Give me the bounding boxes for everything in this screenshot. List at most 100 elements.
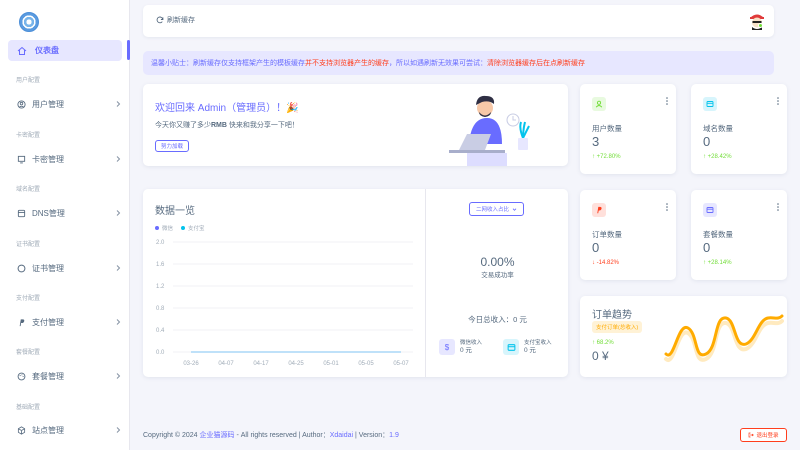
alipay-income-label: 支付宝收入 (524, 340, 552, 346)
order-trend-percent-value: 68.2% (596, 340, 614, 346)
footer-author-link[interactable]: Xdaidai (330, 432, 353, 439)
more-options-icon[interactable] (775, 202, 781, 212)
avatar[interactable] (746, 10, 768, 32)
topbar: 刷新缓存 (143, 5, 774, 37)
sidebar-item-cards[interactable]: 卡密管理 (17, 152, 122, 166)
cube-icon (17, 425, 26, 435)
legend-dot-alipay (181, 226, 186, 230)
footer-version-label: | Version： (353, 432, 390, 439)
x-tick-label: 04-17 (253, 361, 269, 367)
dollar-icon: $ (439, 339, 455, 355)
nav-header-cert: 证书配置 (16, 242, 41, 248)
alert-text-middle: ，所以如遇刷新无效果可尝试： (389, 60, 487, 67)
income-line-chart: 2.0 1.6 1.2 0.8 0.4 0.0 03-26 04-07 04-17 04-25 05… (156, 240, 413, 367)
user-circle-icon (17, 99, 26, 109)
stat-delta-value: +28.14% (707, 260, 732, 266)
stat-card-domains: 域名数量 0 ↑ +28.42% (691, 84, 787, 174)
sidebar-item-label: 卡密管理 (32, 154, 64, 164)
chevron-right-icon (116, 373, 121, 379)
wechat-income-label: 微信收入 (460, 340, 483, 346)
chevron-right-icon (116, 427, 121, 433)
nav-header-basic: 基础配置 (16, 405, 41, 411)
footer-brand-link[interactable]: 企业猫源码 (200, 432, 235, 439)
sidebar-item-dashboard[interactable]: 仪表盘 (8, 40, 122, 61)
footer-rights: - All rights reserved | Author： (234, 432, 330, 439)
legend-label-wechat: 微信 (162, 226, 174, 232)
legend-label-alipay: 支付宝 (188, 226, 205, 232)
stat-value: 3 (592, 134, 600, 149)
stat-card-orders: 订单数量 0 ↓ -14.82% (580, 190, 676, 280)
stat-badge (703, 203, 717, 217)
stat-label: 用户数量 (592, 124, 622, 133)
success-rate-value: 0.00% (480, 255, 515, 269)
welcome-title: 欢迎回来 Admin（管理员）！🎉 (155, 103, 299, 114)
more-options-icon[interactable] (664, 96, 670, 106)
paypal-icon (19, 318, 25, 326)
stat-delta-value: +72.80% (596, 154, 621, 160)
stat-value: 0 (592, 240, 600, 255)
sidebar-item-label: 证书管理 (32, 263, 64, 273)
wallet-glyph-icon (507, 343, 515, 351)
welcome-card: 欢迎回来 Admin（管理员）！🎉 今天你又赚了多少RMB 快来和我分享一下吧！… (143, 84, 568, 166)
chevron-down-icon (512, 207, 517, 211)
x-tick-label: 05-01 (323, 361, 339, 367)
x-tick-label: 03-26 (183, 361, 199, 367)
stat-label: 套餐数量 (703, 230, 733, 239)
welcome-action-button[interactable]: 努力加载 (155, 140, 190, 152)
stat-badge (592, 97, 606, 111)
more-options-icon[interactable] (664, 202, 670, 212)
alert-text-solution: 清除浏览器缓存后在点刷新缓存 (487, 60, 585, 67)
order-trend-sparkline (664, 314, 784, 362)
sidebar-item-label: 站点管理 (32, 425, 64, 435)
income-ratio-dropdown[interactable]: 二网收入占比 (469, 202, 524, 216)
y-tick-label: 0.4 (156, 328, 165, 334)
sidebar-item-label: 仪表盘 (35, 46, 59, 55)
y-tick-label: 1.2 (156, 284, 165, 290)
wechat-income: $ 微信收入 0 元 (439, 339, 482, 355)
window-icon (17, 209, 26, 217)
stat-delta: ↓ -14.82% (592, 260, 619, 266)
sidebar: 仪表盘 用户配置 用户管理 卡密配置 卡密管理 域名配置 DNS管理 证书配置 … (0, 0, 130, 450)
chevron-right-icon (116, 101, 121, 107)
stat-label: 域名数量 (703, 124, 733, 133)
stat-delta-value: -14.82% (596, 260, 620, 266)
alipay-income-amount: 0 元 (524, 347, 536, 354)
sidebar-item-certs[interactable]: 证书管理 (17, 261, 122, 275)
chevron-right-icon (116, 156, 121, 162)
nav-header-card: 卡密配置 (16, 133, 41, 139)
more-options-icon[interactable] (775, 96, 781, 106)
palette-icon (17, 372, 26, 380)
sidebar-item-payments[interactable]: 支付管理 (17, 315, 122, 329)
brand-logo-icon[interactable] (19, 12, 39, 32)
sidebar-toggle[interactable] (127, 40, 130, 60)
sidebar-item-sites[interactable]: 站点管理 (17, 423, 122, 437)
footer: Copyright © 2024 企业猫源码 - All rights rese… (143, 430, 399, 440)
wallet-icon (706, 101, 714, 107)
stat-card-plans: 套餐数量 0 ↑ +28.14% (691, 190, 787, 280)
alipay-income: 支付宝收入 0 元 (503, 339, 552, 355)
sidebar-item-dns[interactable]: DNS管理 (17, 206, 122, 220)
man-with-laptop-illustration-icon (449, 95, 530, 166)
sidebar-item-plans[interactable]: 套餐管理 (17, 369, 122, 383)
stat-delta-value: +28.42% (707, 154, 732, 160)
refresh-cache-button[interactable]: 刷新缓存 (156, 15, 195, 25)
cache-tip-alert: 温馨小贴士：刷新缓存仅支持框架产生的模板缓存 并不支持浏览器产生的缓存 ，所以如遇刷… (143, 51, 774, 75)
home-icon (17, 46, 27, 55)
logout-button[interactable]: 退出登录 (740, 428, 787, 442)
order-trend-tag: 支付订单(总收入) (592, 321, 643, 333)
data-overview-card: 数据一览 微信 支付宝 2.0 1.6 1.2 0.8 0.4 0.0 03-26 04-07… (143, 189, 568, 377)
logout-icon (749, 432, 755, 438)
x-tick-label: 05-05 (358, 361, 374, 367)
overview-chart-panel: 数据一览 微信 支付宝 2.0 1.6 1.2 0.8 0.4 0.0 03-26 04-07… (143, 189, 426, 377)
alert-text-prefix: 温馨小贴士：刷新缓存仅支持框架产生的模板缓存 (151, 60, 305, 67)
y-tick-label: 2.0 (156, 240, 165, 246)
legend-dot-wechat (155, 226, 159, 230)
welcome-subtitle-before: 今天你又赚了多少 (155, 122, 211, 129)
today-income: 今日总收入：0 元 (468, 315, 527, 324)
sidebar-item-users[interactable]: 用户管理 (17, 97, 122, 111)
wechat-income-text: 微信收入 0 元 (460, 339, 482, 355)
monitor-icon (17, 155, 26, 163)
stat-badge (703, 97, 717, 111)
stat-delta: ↑ +72.80% (592, 154, 621, 160)
overview-title: 数据一览 (155, 206, 195, 217)
